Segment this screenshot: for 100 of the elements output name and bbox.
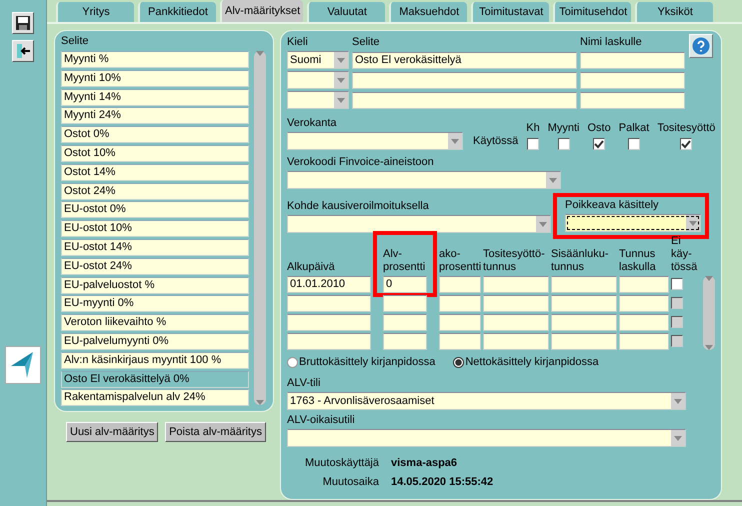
checkbox[interactable] [671, 278, 683, 290]
table-cell[interactable] [383, 314, 427, 331]
tab[interactable]: Yritys [56, 2, 134, 22]
field-label: Muutoskäyttäjä [304, 457, 379, 470]
list-item[interactable]: Veroton liikevaihto % [61, 314, 249, 332]
table-cell[interactable] [551, 295, 617, 312]
caret-icon [337, 98, 345, 102]
caret-icon [539, 222, 547, 226]
dropdown-field[interactable] [287, 171, 561, 189]
input-field[interactable] [580, 72, 685, 89]
input-field[interactable] [352, 72, 577, 89]
field-label: Nimi laskulle [580, 36, 643, 49]
scrollbar[interactable] [254, 51, 266, 405]
dropdown-field[interactable] [287, 215, 551, 233]
exit-icon[interactable] [12, 40, 34, 62]
table-cell[interactable] [439, 314, 481, 331]
checkbox[interactable] [593, 138, 606, 150]
list-item[interactable]: Myynti 14% [61, 88, 249, 106]
tab[interactable]: Toimitustavat [471, 2, 550, 22]
table-cell[interactable]: 01.01.2010 [287, 276, 371, 293]
dropdown-field[interactable]: 1763 - Arvonlisäverosaamiset [287, 392, 686, 410]
checkbox-label: Kh [526, 122, 540, 135]
table-cell[interactable] [551, 276, 617, 293]
table-cell[interactable] [551, 314, 617, 331]
table-cell[interactable] [439, 295, 481, 312]
table-cell[interactable] [439, 276, 481, 293]
table-cell[interactable] [287, 314, 371, 331]
field-label: Käytössä [473, 135, 518, 148]
radio-label: Bruttokäsittely kirjanpidossa [299, 356, 436, 369]
table-cell[interactable] [287, 295, 371, 312]
list-item[interactable]: EU-ostot 24% [61, 258, 249, 275]
radio-button[interactable] [453, 357, 464, 368]
list-item[interactable]: Ostot 14% [61, 164, 249, 181]
table-cell[interactable] [483, 276, 549, 293]
dropdown-field[interactable] [287, 91, 349, 109]
table-cell[interactable] [483, 295, 549, 312]
list-item[interactable]: Myynti % [61, 51, 249, 68]
checkbox[interactable] [680, 138, 692, 150]
dropdown-field[interactable] [287, 429, 686, 447]
action-button[interactable]: Uusi alv-määritys [66, 422, 158, 442]
list-item[interactable]: EU-ostot 14% [61, 238, 249, 256]
action-button[interactable]: Poista alv-määritys [165, 422, 266, 442]
input-field[interactable] [352, 92, 577, 109]
dropdown-field[interactable] [287, 71, 349, 89]
input-field[interactable]: Osto El verokäsittelyä [352, 52, 577, 69]
list-item[interactable]: EU-ostot 10% [61, 220, 249, 238]
field-label: ALV-tili [287, 377, 322, 390]
tab[interactable]: Alv-määritykset [220, 0, 304, 22]
radio-label: Nettokäsittely kirjanpidossa [465, 356, 599, 369]
tab[interactable]: Maksuehdot [389, 2, 468, 22]
table-cell[interactable] [619, 333, 669, 350]
list-item[interactable]: Ostot 24% [61, 182, 249, 200]
table-cell[interactable] [551, 333, 617, 350]
table-cell[interactable] [619, 314, 669, 331]
column-header: Alv- prosentti [383, 248, 426, 274]
input-field[interactable] [580, 92, 685, 109]
tab[interactable]: Toimitusehdot [553, 2, 632, 22]
table-cell[interactable] [439, 333, 481, 350]
list-item[interactable]: Myynti 10% [61, 70, 249, 87]
checkbox[interactable] [558, 138, 570, 150]
field-label: Verokanta [287, 117, 338, 130]
caret-icon [674, 398, 682, 404]
save-icon[interactable] [12, 12, 34, 34]
list-item[interactable]: Alv:n käsinkirjaus myyntit 100 % [61, 352, 249, 369]
tab[interactable]: Yksiköt [635, 2, 714, 22]
table-cell[interactable] [287, 333, 371, 350]
help-icon[interactable] [689, 34, 713, 58]
column-header: Tositesyöttö- tunnus [483, 248, 546, 274]
list-item[interactable]: EU-myynti 0% [61, 295, 249, 312]
tab[interactable]: Pankkitiedot [138, 2, 216, 22]
table-cell[interactable] [619, 295, 669, 312]
list-item[interactable]: EU-ostot 0% [61, 201, 249, 218]
list-item[interactable]: Rakentamispalvelun alv 24% [61, 389, 249, 406]
table-cell[interactable] [483, 333, 549, 350]
table-cell[interactable] [483, 314, 549, 331]
dropdown-field[interactable]: Suomi [287, 51, 349, 69]
list-item[interactable]: Myynti 24% [61, 107, 249, 124]
table-cell[interactable]: 0 [383, 276, 427, 293]
caret-icon [337, 58, 345, 62]
checkbox-label: Tositesyöttö [657, 122, 716, 135]
dropdown-field[interactable] [565, 214, 701, 232]
tab[interactable]: Valuutat [307, 2, 386, 22]
list-item[interactable]: EU-palvelumyynti 0% [61, 332, 249, 350]
dropdown-field[interactable] [287, 132, 463, 150]
radio-button[interactable] [287, 357, 298, 368]
checkbox[interactable] [628, 138, 640, 150]
input-field[interactable] [580, 52, 685, 69]
table-cell[interactable] [383, 295, 427, 312]
caret-icon [451, 138, 459, 144]
list-item[interactable]: EU-palveluostot % [61, 276, 249, 294]
column-header: Sisäänluku- tunnus [551, 248, 610, 274]
table-cell[interactable] [383, 333, 427, 350]
table-cell[interactable] [619, 276, 669, 293]
list-item[interactable]: Ostot 0% [61, 126, 249, 144]
list-item[interactable]: Ostot 10% [61, 144, 249, 162]
checkbox[interactable] [526, 138, 539, 150]
scrollbar[interactable] [703, 276, 715, 350]
field-label: Kieli [287, 36, 309, 49]
list-header: Selite [61, 35, 90, 48]
list-item[interactable]: Osto El verokäsittelyä 0% [61, 370, 249, 388]
